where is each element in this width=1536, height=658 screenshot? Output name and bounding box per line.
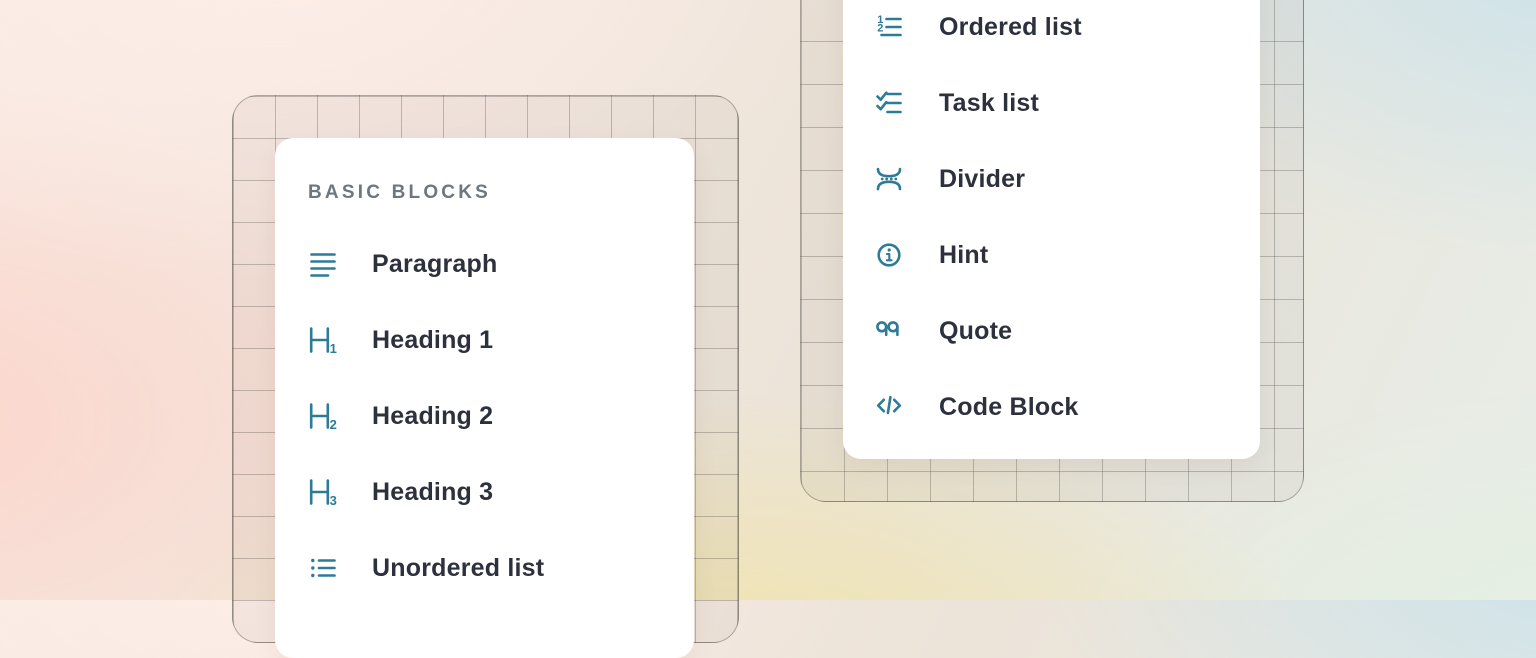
quote-icon: [874, 317, 904, 345]
menu-item-label: Unordered list: [372, 554, 544, 583]
menu-item-code-block[interactable]: Code Block: [874, 387, 1260, 427]
menu-item-heading-1[interactable]: 1 Heading 1: [308, 320, 694, 360]
unordered-list-icon: [308, 554, 338, 582]
menu-item-unordered-list[interactable]: Unordered list: [308, 548, 694, 588]
ordered-list-icon: 1 2: [874, 13, 904, 41]
basic-blocks-menu-list: Paragraph 1 Heading 1 2 Heading 2 3 Heading…: [308, 244, 694, 588]
basic-blocks-menu-card: BASIC BLOCKS Paragraph 1 Heading 1 2 Headi…: [275, 138, 694, 658]
menu-item-heading-2[interactable]: 2 Heading 2: [308, 396, 694, 436]
menu-section-header: BASIC BLOCKS: [308, 183, 694, 202]
advanced-blocks-menu-list: 1 2 Ordered list Task list Divider Hint Q…: [874, 7, 1260, 427]
menu-item-label: Heading 2: [372, 402, 493, 431]
menu-item-label: Hint: [939, 241, 988, 270]
task-list-icon: [874, 89, 904, 117]
svg-text:3: 3: [330, 493, 337, 506]
code-block-icon: [874, 393, 904, 421]
heading-3-icon: 3: [308, 478, 338, 506]
menu-item-hint[interactable]: Hint: [874, 235, 1260, 275]
menu-item-label: Heading 1: [372, 326, 493, 355]
menu-item-label: Code Block: [939, 393, 1079, 422]
menu-item-heading-3[interactable]: 3 Heading 3: [308, 472, 694, 512]
menu-item-task-list[interactable]: Task list: [874, 83, 1260, 123]
menu-item-label: Quote: [939, 317, 1012, 346]
menu-item-label: Paragraph: [372, 250, 497, 279]
hint-icon: [874, 241, 904, 269]
svg-text:2: 2: [330, 417, 337, 430]
menu-item-label: Task list: [939, 89, 1039, 118]
menu-item-paragraph[interactable]: Paragraph: [308, 244, 694, 284]
advanced-blocks-menu-card: 1 2 Ordered list Task list Divider Hint Q…: [843, 0, 1260, 459]
menu-item-divider[interactable]: Divider: [874, 159, 1260, 199]
menu-item-label: Heading 3: [372, 478, 493, 507]
menu-item-label: Divider: [939, 165, 1025, 194]
heading-1-icon: 1: [308, 326, 338, 354]
svg-text:1: 1: [330, 341, 337, 354]
svg-text:2: 2: [877, 23, 883, 35]
heading-2-icon: 2: [308, 402, 338, 430]
menu-item-label: Ordered list: [939, 13, 1082, 42]
menu-item-quote[interactable]: Quote: [874, 311, 1260, 351]
divider-icon: [874, 165, 904, 193]
menu-item-ordered-list[interactable]: 1 2 Ordered list: [874, 7, 1260, 47]
paragraph-icon: [308, 250, 338, 278]
